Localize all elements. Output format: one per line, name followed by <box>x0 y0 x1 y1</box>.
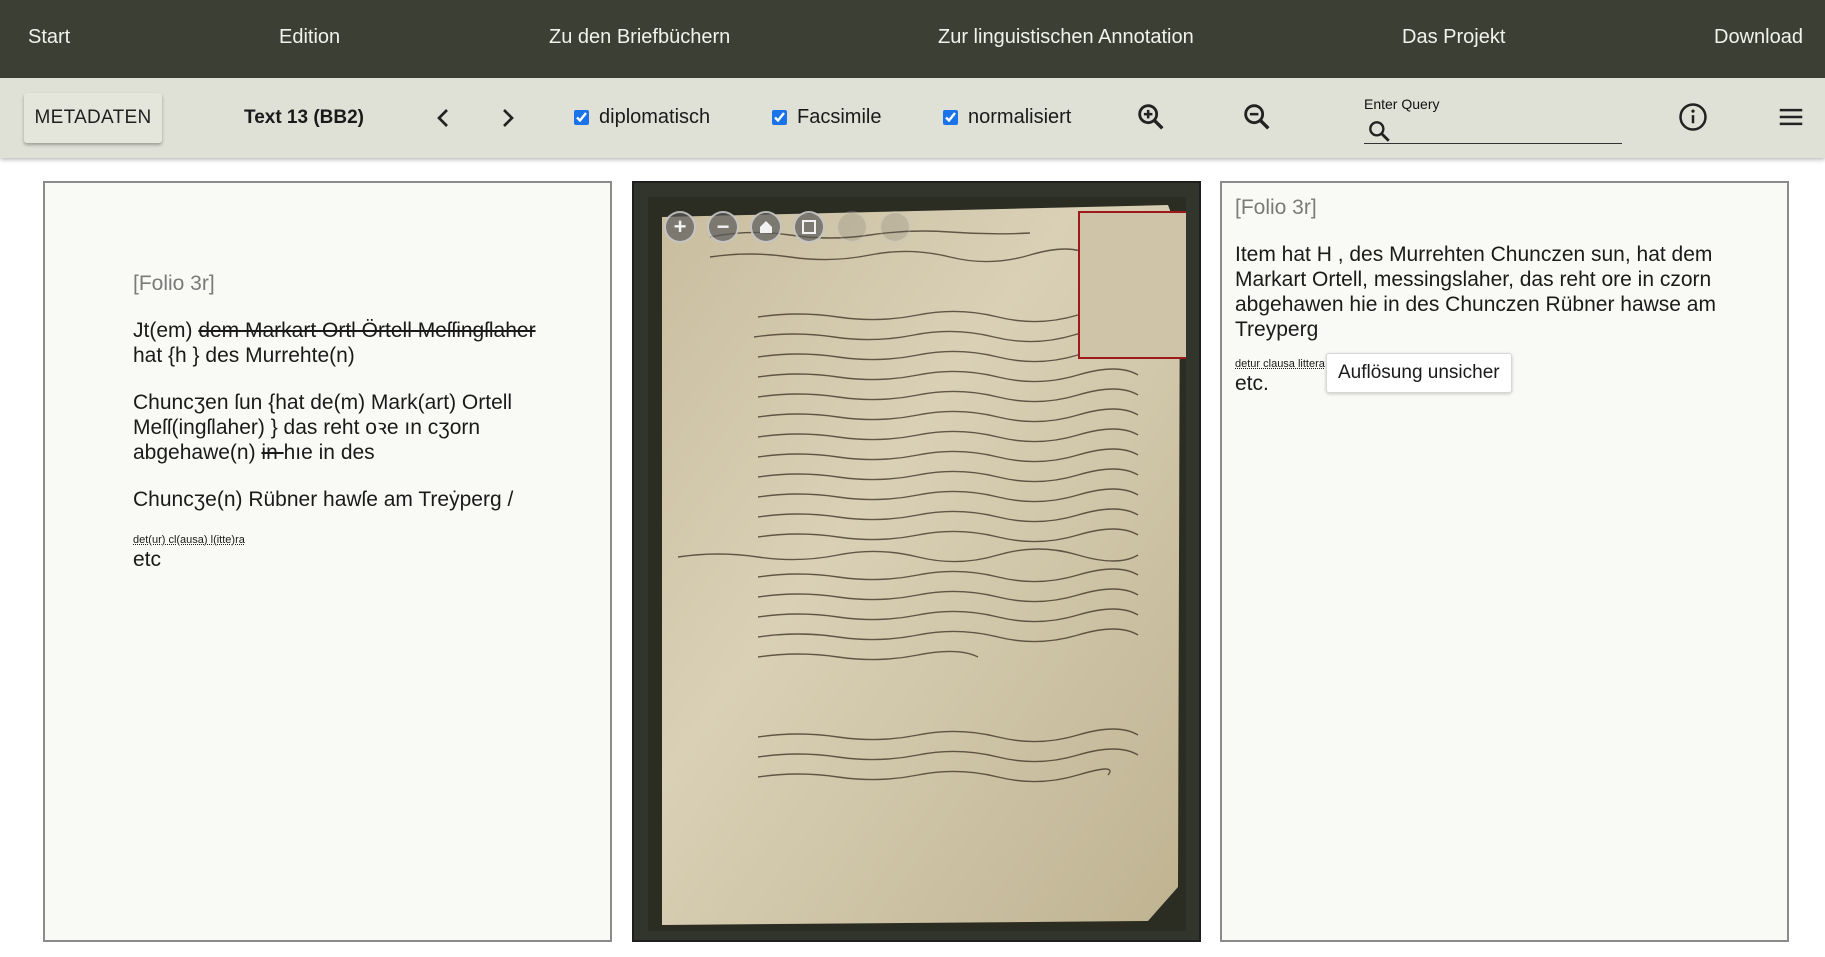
diplomatic-panel: [Folio 3r] Jt(em) dem Markart Ortl Örtel… <box>43 181 612 942</box>
normalized-checkbox[interactable] <box>943 110 958 125</box>
nav-briefbuecher[interactable]: Zu den Briefbüchern <box>549 26 730 49</box>
nav-linguistic-annotation[interactable]: Zur linguistischen Annotation <box>938 26 1194 49</box>
query-label: Enter Query <box>1364 96 1440 112</box>
nav-edition[interactable]: Edition <box>279 26 340 49</box>
diplomatic-label: diplomatisch <box>599 106 711 128</box>
normalized-label: normalisiert <box>968 106 1072 128</box>
text-segment: Jt(em) <box>133 319 199 342</box>
viewer-zoom-in-icon[interactable]: + <box>664 211 696 243</box>
nav-start[interactable]: Start <box>28 26 70 49</box>
text-title: Text 13 (BB2) <box>244 107 365 128</box>
diplomatic-checkbox[interactable] <box>574 110 589 125</box>
diplomatic-paragraph-1: Jt(em) dem Markart Ortl Örtell Meſſingſl… <box>133 318 553 368</box>
query-field[interactable] <box>1364 114 1622 144</box>
normalized-panel: [Folio 3r] Item hat H , des Murrehten Ch… <box>1220 181 1789 942</box>
checkbox-diplomatic[interactable]: diplomatisch <box>574 106 710 129</box>
diplomatic-paragraph-3: Chuncʒe(n) Rübner hawſe am Treẏperg / <box>133 488 514 511</box>
checkbox-normalized[interactable]: normalisiert <box>943 106 1071 129</box>
zoom-out-icon[interactable] <box>1240 100 1274 134</box>
viewer-fullscreen-icon[interactable] <box>793 211 825 243</box>
info-icon[interactable] <box>1678 102 1708 132</box>
viewer-controls: + − <box>664 211 911 243</box>
text-segment: hıe in des <box>283 441 375 464</box>
viewer-rotate-left-icon[interactable] <box>836 211 868 243</box>
viewer-rotate-right-icon[interactable] <box>879 211 911 243</box>
viewer-zoom-out-icon[interactable]: − <box>707 211 739 243</box>
facsimile-label: Facsimile <box>797 106 882 128</box>
facsimile-viewer[interactable]: + − <box>648 197 1186 931</box>
next-icon[interactable] <box>492 102 524 134</box>
query-input[interactable] <box>1398 118 1618 142</box>
facsimile-panel: + − <box>632 181 1201 942</box>
menu-icon[interactable] <box>1776 102 1806 132</box>
previous-icon[interactable] <box>427 102 459 134</box>
normalized-paragraph: Item hat H , des Murrehten Chunczen sun,… <box>1235 243 1716 341</box>
viewer-home-icon[interactable] <box>750 211 782 243</box>
metadata-button[interactable]: METADATEN <box>24 93 162 143</box>
diplomatic-paragraph-2: Chuncʒen ſun {hat de(m) Mark(art) Ortell… <box>133 390 553 465</box>
toolbar: METADATEN Text 13 (BB2) diplomatisch Fac… <box>0 78 1825 158</box>
deleted-text: in <box>261 441 284 464</box>
zoom-in-icon[interactable] <box>1134 100 1168 134</box>
deleted-text: dem Markart Ortl Örtell Meſſingſlaher <box>198 319 536 342</box>
viewer-navigator[interactable] <box>1078 211 1186 359</box>
text-segment: hat {h } des Murrehte(n) <box>133 344 355 367</box>
checkbox-facsimile[interactable]: Facsimile <box>772 106 881 129</box>
facsimile-checkbox[interactable] <box>772 110 787 125</box>
nav-project[interactable]: Das Projekt <box>1402 26 1505 49</box>
diplomatic-text: [Folio 3r] Jt(em) dem Markart Ortl Örtel… <box>133 271 553 572</box>
folio-label: [Folio 3r] <box>1235 196 1317 219</box>
uncertainty-tooltip: Auflösung unsicher <box>1326 353 1512 393</box>
abbreviation-note[interactable]: det(ur) cl(ausa) l(itte)ra <box>133 534 553 547</box>
folio-label: [Folio 3r] <box>133 272 215 295</box>
nav-download[interactable]: Download <box>1714 26 1803 49</box>
diplomatic-end: etc <box>133 548 162 571</box>
search-icon <box>1369 121 1390 142</box>
top-navigation: Start Edition Zu den Briefbüchern Zur li… <box>0 0 1825 78</box>
